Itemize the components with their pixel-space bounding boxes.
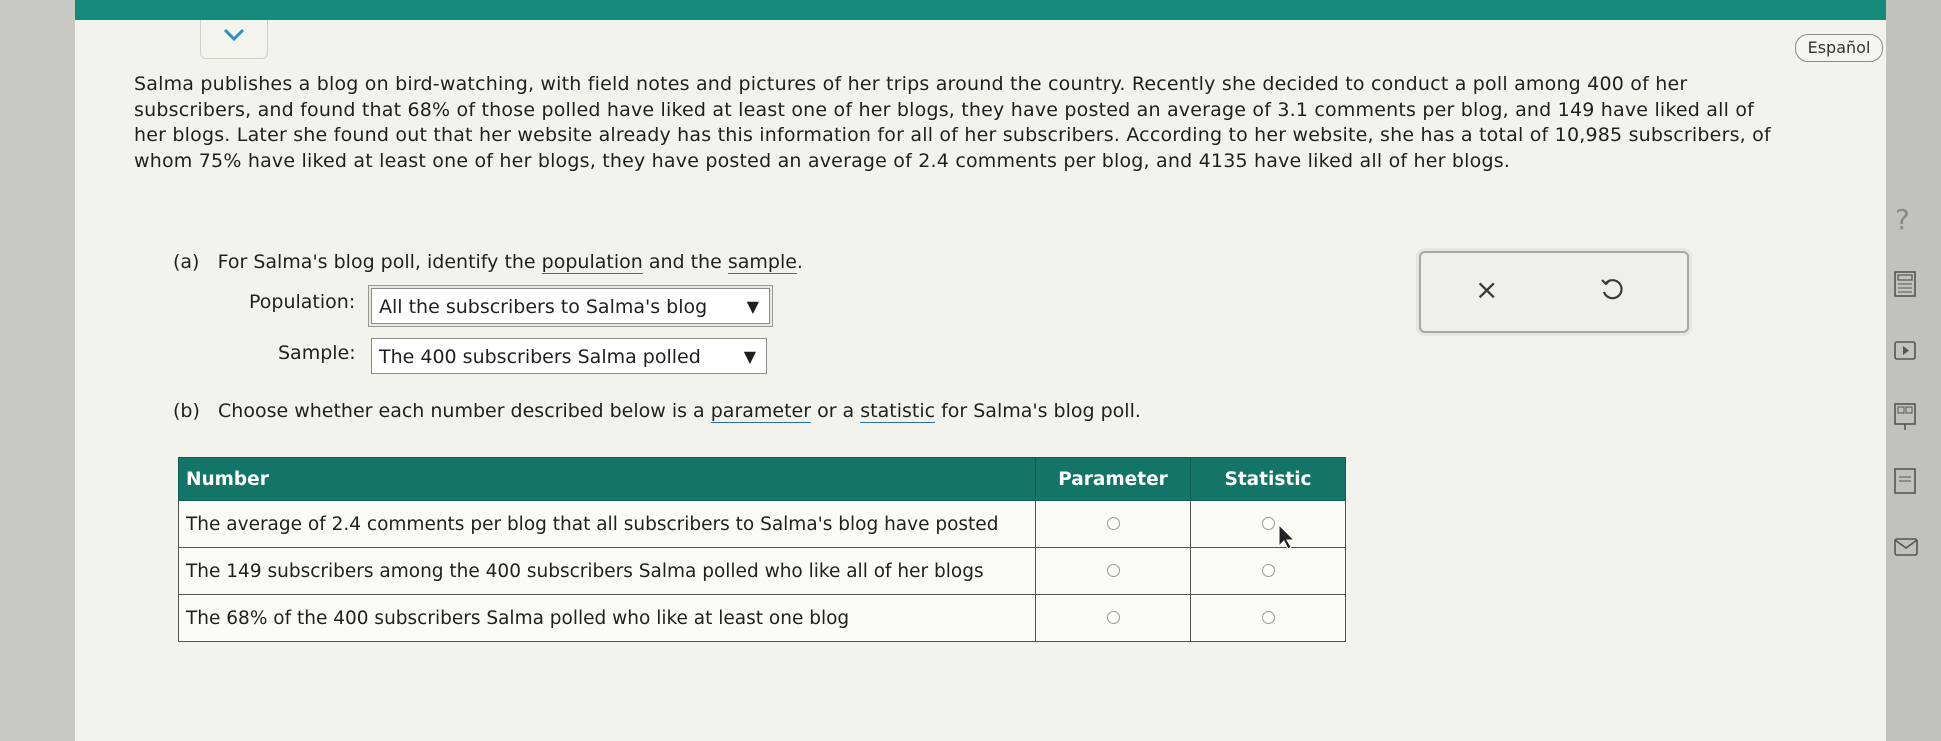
top-bar — [75, 0, 1886, 20]
part-b-question: (b) Choose whether each number described… — [173, 400, 1141, 423]
table-row: The 68% of the 400 subscribers Salma pol… — [178, 594, 1346, 642]
chevron-down-icon — [223, 28, 245, 42]
table-header-row: Number Parameter Statistic — [178, 457, 1346, 501]
part-a-question: (a) For Salma's blog poll, identify the … — [173, 251, 803, 274]
parameter-radio[interactable] — [1106, 610, 1120, 624]
espanol-button[interactable]: Español — [1795, 34, 1883, 62]
parameter-cell — [1035, 594, 1191, 642]
problem-page: Español Salma publishes a blog on bird-w… — [75, 0, 1918, 741]
parameter-link[interactable]: parameter — [710, 400, 812, 423]
parameter-radio[interactable] — [1106, 516, 1120, 530]
table-row: The average of 2.4 comments per blog tha… — [178, 500, 1346, 548]
mouse-cursor-icon — [1278, 524, 1296, 550]
clear-button[interactable]: × — [1475, 273, 1498, 306]
statistic-radio[interactable] — [1261, 563, 1275, 577]
part-b-prefix: Choose whether each number described bel… — [218, 400, 711, 422]
part-a-prefix: For Salma's blog poll, identify the — [217, 251, 542, 273]
sample-value: The 400 subscribers Salma polled — [379, 346, 701, 368]
row-description: The 68% of the 400 subscribers Salma pol… — [178, 594, 1036, 642]
part-b-suffix: for Salma's blog poll. — [935, 400, 1141, 422]
sample-label: Sample: — [278, 342, 356, 364]
dropdown-arrow-icon: ▼ — [746, 297, 759, 316]
parameter-cell — [1035, 500, 1191, 548]
left-bezel — [0, 0, 75, 741]
part-b-label: (b) — [173, 400, 200, 422]
header-statistic: Statistic — [1190, 457, 1346, 501]
statistic-cell — [1190, 500, 1346, 548]
population-label: Population: — [249, 291, 356, 313]
answer-tools-panel: × — [1419, 251, 1689, 333]
calculator-icon[interactable] — [1893, 271, 1917, 297]
header-number: Number — [178, 457, 1036, 501]
undo-icon[interactable] — [1597, 275, 1627, 305]
help-icon[interactable]: ? — [1895, 203, 1910, 236]
part-a-suffix: . — [796, 251, 803, 273]
collapse-button[interactable] — [200, 20, 268, 59]
statistic-radio[interactable] — [1261, 516, 1275, 530]
problem-text: Salma publishes a blog on bird-watching,… — [134, 73, 1771, 172]
statistic-radio[interactable] — [1261, 610, 1275, 624]
reference-icon[interactable] — [1893, 402, 1917, 432]
parameter-cell — [1035, 547, 1191, 595]
part-a-label: (a) — [173, 251, 200, 273]
row-description: The 149 subscribers among the 400 subscr… — [178, 547, 1036, 595]
statistic-cell — [1190, 547, 1346, 595]
sample-link[interactable]: sample — [727, 251, 797, 274]
population-value: All the subscribers to Salma's blog — [379, 296, 708, 318]
right-bezel — [1886, 0, 1941, 741]
part-a-middle: and the — [642, 251, 728, 273]
dropdown-arrow-icon: ▼ — [743, 347, 756, 366]
population-dropdown[interactable]: All the subscribers to Salma's blog ▼ — [371, 288, 770, 324]
classification-table: Number Parameter Statistic The average o… — [178, 457, 1346, 642]
row-description: The average of 2.4 comments per blog tha… — [178, 500, 1036, 548]
part-b-middle: or a — [811, 400, 861, 422]
statistic-cell — [1190, 594, 1346, 642]
parameter-radio[interactable] — [1106, 563, 1120, 577]
mail-icon[interactable] — [1893, 537, 1919, 557]
population-link[interactable]: population — [541, 251, 643, 274]
statistic-link[interactable]: statistic — [860, 400, 936, 423]
glossary-icon[interactable] — [1893, 467, 1917, 495]
sample-dropdown[interactable]: The 400 subscribers Salma polled ▼ — [371, 338, 767, 374]
table-row: The 149 subscribers among the 400 subscr… — [178, 547, 1346, 595]
video-icon[interactable] — [1893, 340, 1917, 362]
header-parameter: Parameter — [1035, 457, 1191, 501]
